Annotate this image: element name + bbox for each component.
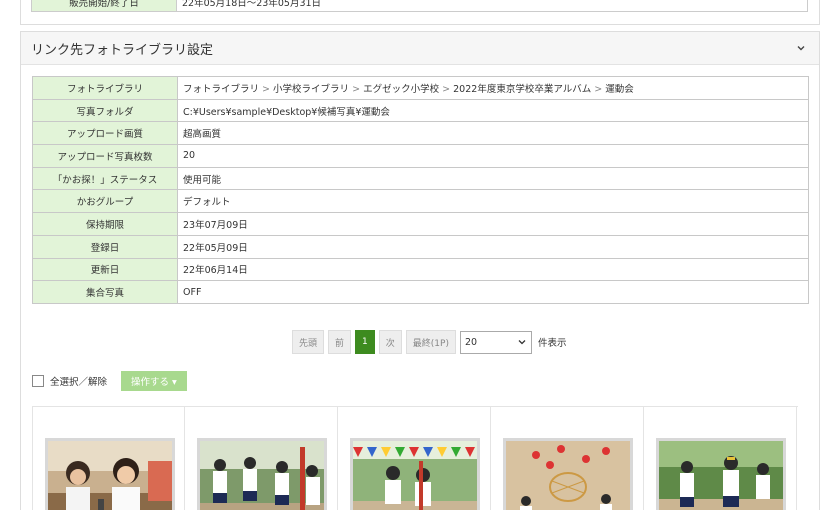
photo-card[interactable] [644, 407, 797, 510]
table-row: 保持期限 23年07月09日 [32, 212, 809, 236]
photo-grid [32, 406, 798, 510]
row-value: 22年06月14日 [177, 257, 809, 282]
panel-title: リンク先フォトライブラリ設定 [31, 42, 214, 58]
page-1-button[interactable]: 1 [355, 330, 375, 354]
panel-header[interactable]: リンク先フォトライブラリ設定 [21, 32, 819, 65]
table-row: 更新日 22年06月14日 [32, 257, 809, 282]
chevron-down-icon[interactable] [795, 42, 807, 54]
prev-page-button[interactable]: 前 [328, 330, 352, 354]
bulk-actions: 全選択／解除 操作する ▾ [32, 371, 187, 391]
row-label: アップロード写真枚数 [32, 144, 178, 168]
row-value: 23年07月09日 [177, 212, 809, 236]
row-value: 22年05月18日～23年05月31日 [176, 0, 808, 12]
breadcrumb-item[interactable]: フォトライブラリ [183, 84, 259, 95]
row-label: アップロード画質 [32, 121, 178, 146]
table-row: アップロード画質 超高画質 [32, 121, 809, 146]
photo-card[interactable] [32, 407, 185, 510]
per-page-select[interactable]: 20 [459, 330, 532, 354]
breadcrumb-separator: > [352, 83, 361, 95]
row-label: かおグループ [32, 189, 178, 214]
table-row: かおグループ デフォルト [32, 189, 809, 214]
first-page-button[interactable]: 先頭 [292, 330, 325, 354]
prev-info-table: 販売開始/終了日 22年05月18日～23年05月31日 [31, 0, 808, 12]
breadcrumb-item[interactable]: 2022年度東京学校卒業アルバム [453, 84, 591, 95]
row-value: C:¥Users¥sample¥Desktop¥候補写真¥運動会 [177, 98, 809, 123]
table-row: 集合写真 OFF [32, 280, 809, 304]
linked-library-panel: リンク先フォトライブラリ設定 フォトライブラリ フォトライブラリ > 小学校ライ… [20, 31, 820, 510]
table-row: フォトライブラリ フォトライブラリ > 小学校ライブラリ > エグゼック小学校 … [32, 76, 809, 100]
row-label: 保持期限 [32, 212, 178, 236]
row-label: フォトライブラリ [32, 76, 178, 100]
breadcrumb-item[interactable]: 小学校ライブラリ [273, 84, 349, 95]
breadcrumb-item[interactable]: 運動会 [605, 84, 634, 95]
table-row: 「かお探！」ステータス 使用可能 [32, 166, 809, 191]
photo-relay-run-thumbnail[interactable] [656, 438, 786, 510]
select-all-label[interactable]: 全選択／解除 [50, 374, 107, 388]
table-row: 写真フォルダ C:¥Users¥sample¥Desktop¥候補写真¥運動会 [32, 98, 809, 123]
per-page-value: 20 [464, 336, 478, 348]
table-row: アップロード写真枚数 20 [32, 144, 809, 168]
per-page-suffix: 件表示 [537, 338, 567, 349]
row-label: 集合写真 [32, 280, 178, 304]
row-value: OFF [177, 280, 809, 304]
row-value: 22年05月09日 [177, 234, 809, 259]
table-row: 販売開始/終了日 22年05月18日～23年05月31日 [31, 0, 808, 12]
row-value: 超高画質 [177, 121, 809, 146]
pagination: 先頭 前 1 次 最終(1P) 20 件表示 [292, 330, 566, 354]
photo-kids-table-thumbnail[interactable] [45, 438, 175, 510]
row-value: 使用可能 [177, 166, 809, 191]
row-label: 販売開始/終了日 [31, 0, 177, 12]
photo-dance-thumbnail[interactable] [197, 438, 327, 510]
row-label: 登録日 [32, 234, 178, 259]
photo-ball-basket-thumbnail[interactable] [503, 438, 633, 510]
photo-card[interactable] [185, 407, 338, 510]
row-label: 写真フォルダ [32, 98, 178, 123]
chevron-down-icon [518, 340, 526, 345]
action-button[interactable]: 操作する ▾ [121, 371, 187, 391]
breadcrumb-separator: > [262, 83, 271, 95]
row-label: 「かお探！」ステータス [32, 166, 178, 191]
breadcrumb: フォトライブラリ > 小学校ライブラリ > エグゼック小学校 > 2022年度東… [177, 76, 809, 100]
breadcrumb-separator: > [442, 83, 451, 95]
photo-flags-run-thumbnail[interactable] [350, 438, 480, 510]
photo-card[interactable] [491, 407, 644, 510]
last-page-button[interactable]: 最終(1P) [405, 330, 456, 354]
next-page-button[interactable]: 次 [378, 330, 402, 354]
library-info-table: フォトライブラリ フォトライブラリ > 小学校ライブラリ > エグゼック小学校 … [32, 76, 809, 304]
row-value: 20 [177, 144, 809, 168]
select-all-checkbox[interactable] [32, 375, 44, 387]
table-row: 登録日 22年05月09日 [32, 234, 809, 259]
row-label: 更新日 [32, 257, 178, 282]
photo-card[interactable] [338, 407, 491, 510]
breadcrumb-item[interactable]: エグゼック小学校 [363, 84, 439, 95]
row-value: デフォルト [177, 189, 809, 214]
breadcrumb-separator: > [594, 83, 603, 95]
